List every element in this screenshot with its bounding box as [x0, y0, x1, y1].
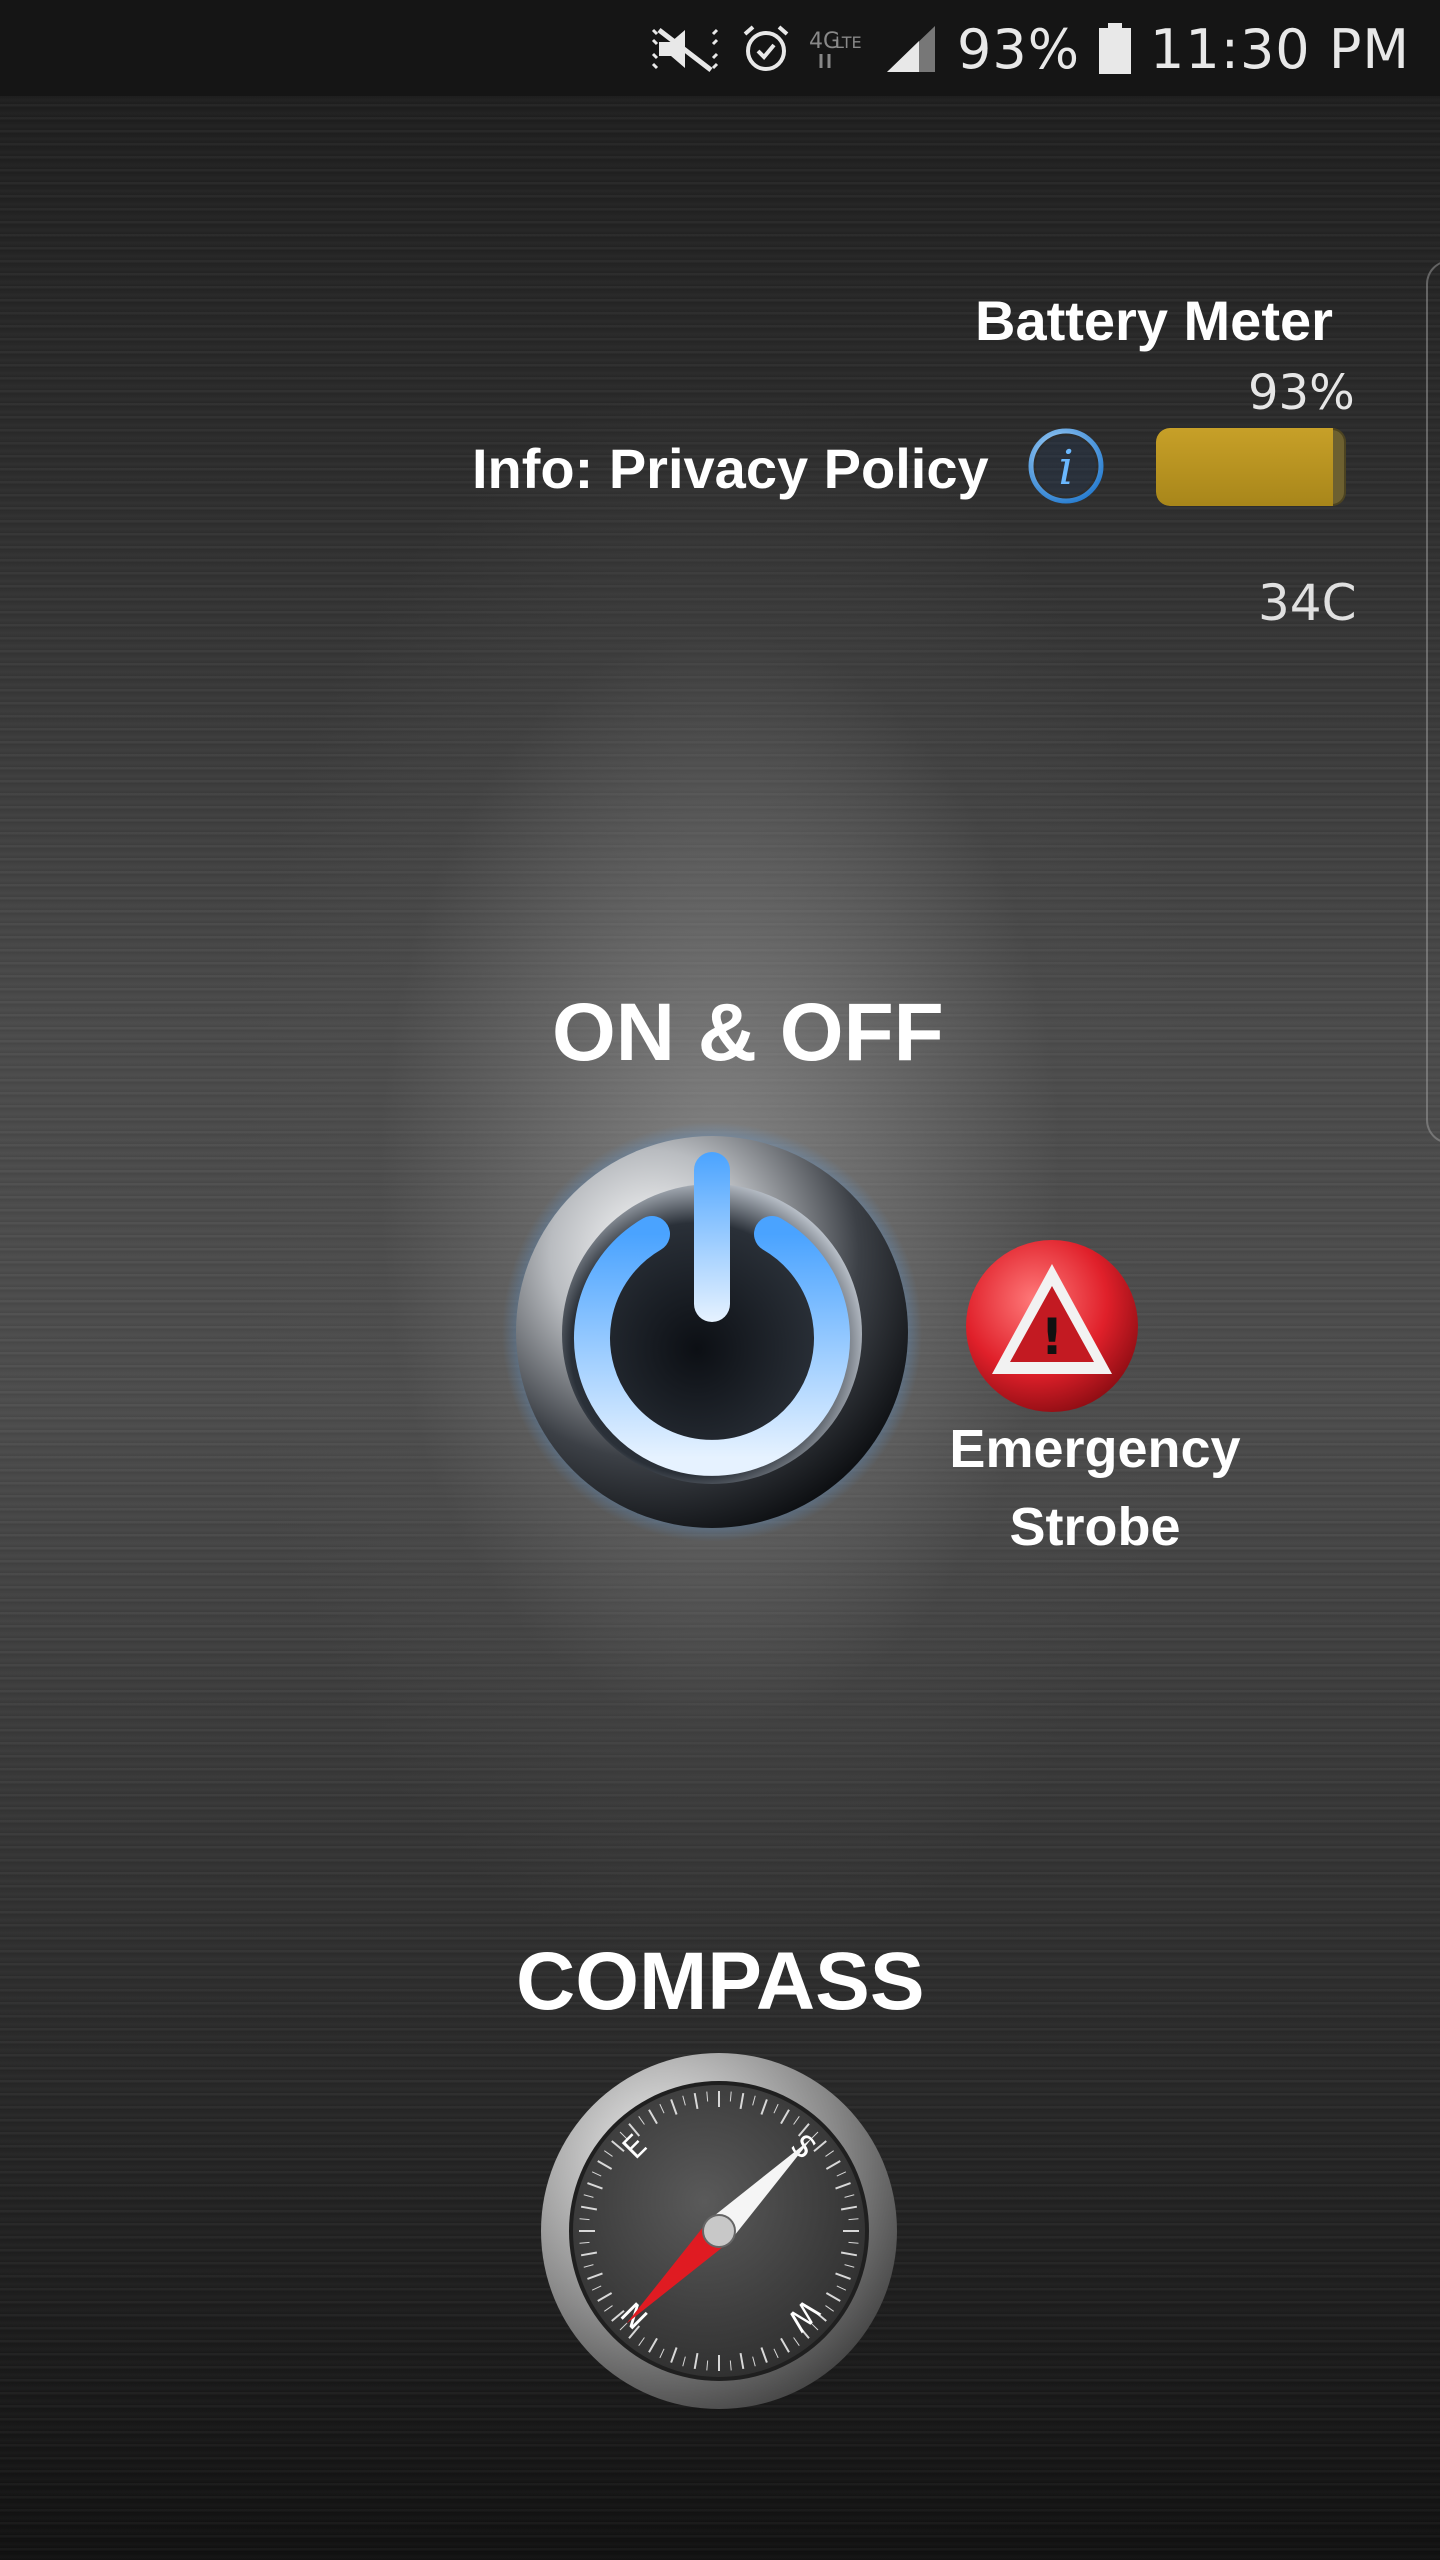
on-off-label: ON & OFF: [552, 987, 944, 1078]
signal-icon: [887, 26, 936, 72]
compass-label: COMPASS: [516, 1936, 925, 2027]
battery-level-bar: [1156, 428, 1346, 506]
info-icon[interactable]: i: [1026, 426, 1106, 506]
svg-text:!: !: [1041, 1308, 1064, 1366]
strobe-label-line2: Strobe: [1009, 1497, 1181, 1557]
lte-icon: 4G LTE: [809, 29, 862, 68]
power-icon[interactable]: [502, 1122, 922, 1542]
battery-temperature: 34C: [1258, 574, 1357, 632]
mute-icon: [651, 28, 719, 72]
battery-meter-title: Battery Meter: [975, 289, 1333, 352]
svg-text:i: i: [1058, 440, 1073, 496]
alarm-icon: [743, 25, 789, 71]
warning-icon[interactable]: !: [962, 1236, 1142, 1416]
status-bar: 4G LTE 93% 11:30 PM: [0, 0, 1440, 96]
emergency-strobe-label: Emergency Strobe: [930, 1410, 1260, 1566]
battery-icon: [1099, 23, 1132, 74]
battery-level-fill: [1156, 428, 1333, 506]
status-time: 11:30 PM: [1150, 17, 1410, 81]
privacy-policy-link[interactable]: Info: Privacy Policy: [472, 436, 989, 501]
strobe-label-line1: Emergency: [949, 1419, 1241, 1479]
compass-icon[interactable]: N E S W: [538, 2050, 900, 2412]
svg-text:LTE: LTE: [835, 33, 862, 52]
status-battery-percent: 93%: [957, 17, 1081, 81]
battery-percent: 93%: [1248, 365, 1355, 421]
edge-panel-handle[interactable]: [1426, 260, 1440, 1144]
